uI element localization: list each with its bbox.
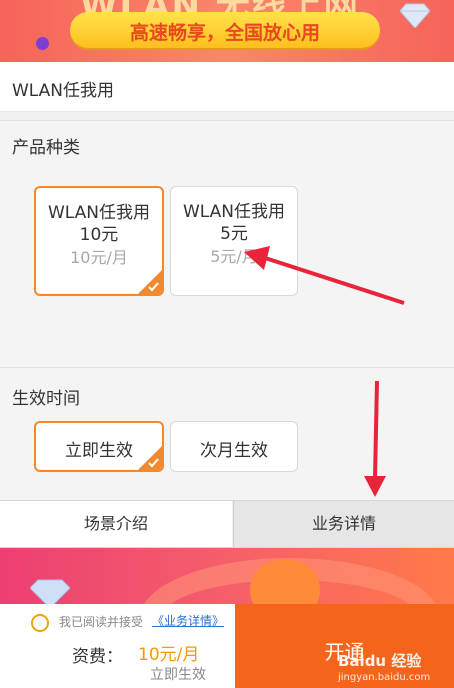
diamond-icon: [400, 3, 430, 28]
product-card-amount: 5元: [220, 224, 248, 244]
product-card-10[interactable]: WLAN任我用 10元 10元/月: [34, 186, 164, 296]
product-type-section: 产品种类 WLAN任我用 10元 10元/月 WLAN任我用 5元 5元/月: [0, 120, 454, 368]
tab-service-details[interactable]: 业务详情: [233, 501, 454, 547]
selected-check-icon: [138, 446, 162, 470]
page-title-row: WLAN任我用: [0, 62, 454, 112]
product-card-price: 10元/月: [70, 248, 128, 267]
option-next-month-label: 次月生效: [200, 441, 268, 461]
fee-value: 10元/月: [138, 645, 200, 665]
promo-image: [0, 548, 454, 604]
agree-text: 我已阅读并接受: [59, 615, 144, 629]
decorative-dot: [36, 37, 49, 50]
service-details-link[interactable]: 《业务详情》: [152, 612, 224, 629]
page-title: WLAN任我用: [12, 81, 115, 101]
tab-bar: 场景介绍 业务详情: [0, 500, 454, 548]
banner-slogan: 高速畅享，全国放心用: [129, 22, 320, 44]
decorative-blob: [250, 560, 320, 604]
effective-time-label: 生效时间: [12, 389, 80, 409]
product-card-price: 5元/月: [210, 247, 258, 266]
product-type-label: 产品种类: [12, 138, 80, 158]
fee-effective-note: 立即生效: [150, 667, 206, 683]
option-immediate[interactable]: 立即生效: [34, 421, 164, 472]
tab-scene-intro[interactable]: 场景介绍: [0, 501, 232, 547]
product-card-5[interactable]: WLAN任我用 5元 5元/月: [170, 186, 298, 296]
fee-label: 资费：: [72, 647, 123, 667]
option-next-month[interactable]: 次月生效: [170, 421, 298, 472]
watermark: Baidu 经验: [338, 652, 422, 670]
promo-banner: WLAN 无线上网 高速畅享，全国放心用: [0, 0, 454, 62]
watermark-url: jingyan.baidu.com: [338, 672, 431, 683]
effective-time-section: 生效时间 立即生效 次月生效: [0, 368, 454, 500]
diamond-icon: [30, 579, 70, 604]
agree-checkbox[interactable]: [31, 614, 49, 632]
product-card-amount: 10元: [79, 225, 119, 245]
banner-slogan-pill: 高速畅享，全国放心用: [70, 12, 380, 48]
selected-check-icon: [138, 270, 162, 294]
